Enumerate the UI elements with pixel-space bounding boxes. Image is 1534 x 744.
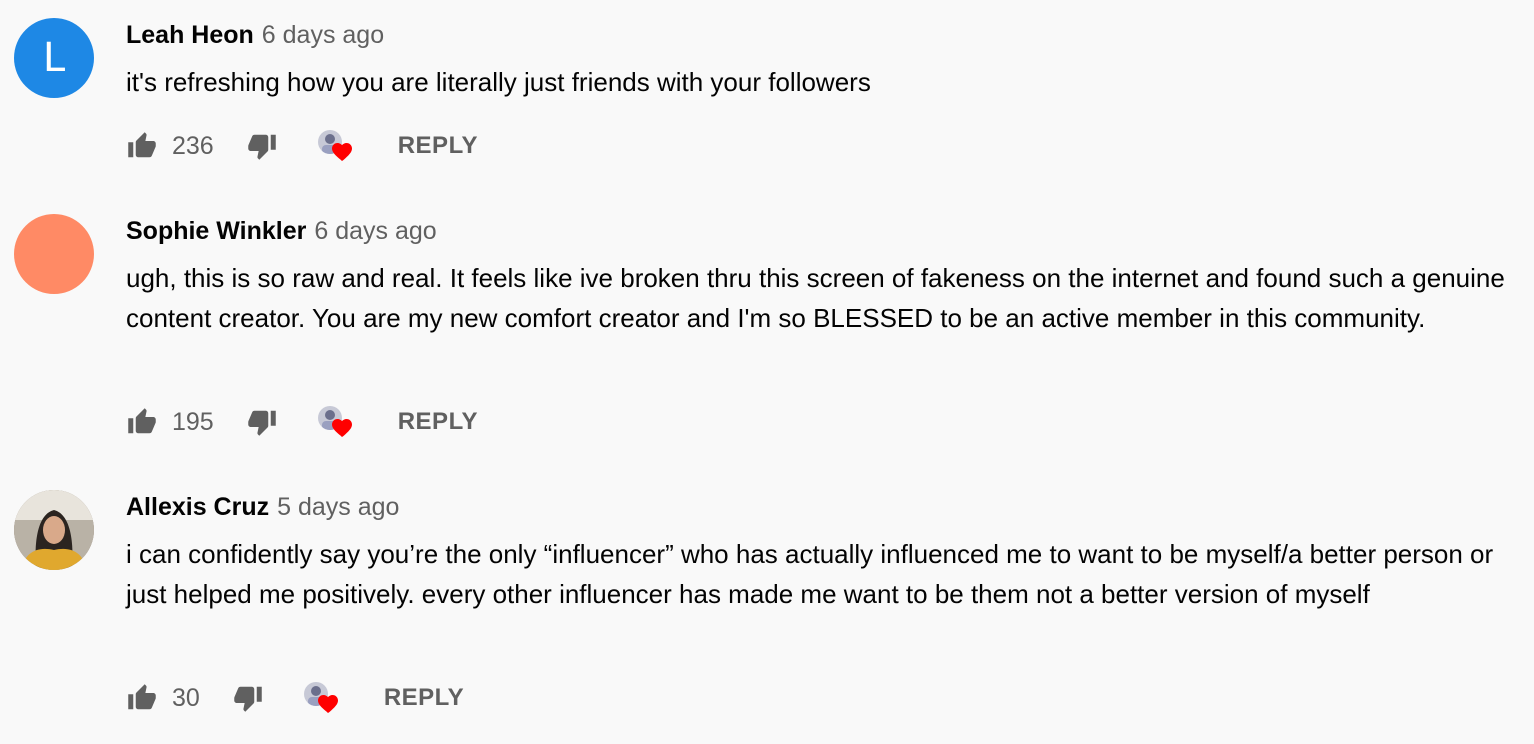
timestamp[interactable]: 6 days ago [314,217,436,245]
thumb-up-icon[interactable] [126,407,158,437]
thumb-down-icon[interactable] [232,683,264,713]
thumb-up-icon[interactable] [126,683,158,713]
comment-header: Sophie Winkler 6 days ago [126,215,437,247]
reply-button[interactable]: REPLY [384,684,464,712]
avatar[interactable] [14,490,94,570]
avatar-letter: L [42,35,66,81]
thumb-up-icon[interactable] [126,131,158,161]
reply-button[interactable]: REPLY [398,408,478,436]
like-count: 30 [172,683,200,712]
comment-header: Leah Heon 6 days ago [126,19,384,51]
like-count: 195 [172,407,214,436]
comment-text: it's refreshing how you are literally ju… [126,67,871,97]
reply-button[interactable]: REPLY [398,132,478,160]
timestamp[interactable]: 6 days ago [262,21,384,49]
comment-text: ugh, this is so raw and real. It feels l… [126,263,1505,333]
creator-heart-icon [316,126,356,166]
avatar[interactable]: L [14,18,94,98]
comment-actions: 30 REPLY [126,678,464,718]
thumb-down-icon[interactable] [246,407,278,437]
comment-text: i can confidently say you’re the only “i… [126,539,1494,609]
like-count: 236 [172,131,214,160]
author-name[interactable]: Allexis Cruz [126,493,269,521]
comment-actions: 236 REPLY [126,126,478,166]
timestamp[interactable]: 5 days ago [277,493,399,521]
comment-header: Allexis Cruz 5 days ago [126,491,399,523]
profile-photo-icon [14,490,94,570]
creator-heart-icon [316,402,356,442]
author-name[interactable]: Sophie Winkler [126,217,306,245]
creator-heart-icon [302,678,342,718]
avatar[interactable] [14,214,94,294]
author-name[interactable]: Leah Heon [126,21,254,49]
comment-actions: 195 REPLY [126,402,478,442]
thumb-down-icon[interactable] [246,131,278,161]
